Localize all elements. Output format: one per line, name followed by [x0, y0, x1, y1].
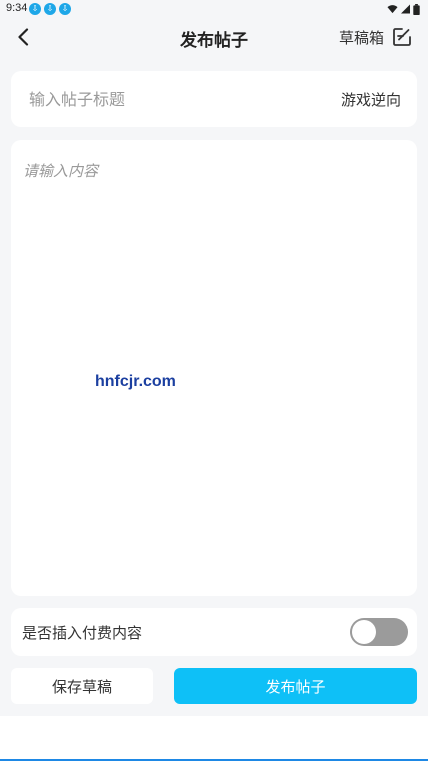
watermark: hnfcjr.com	[95, 373, 176, 390]
chevron-left-icon	[18, 28, 29, 46]
status-time: 9:34	[6, 2, 28, 14]
content-card	[11, 140, 417, 596]
app-bar: 发布帖子 草稿箱	[0, 18, 428, 56]
signal-icon	[401, 4, 410, 14]
publish-button[interactable]: 发布帖子	[174, 668, 417, 704]
paid-content-toggle[interactable]	[350, 618, 408, 646]
paid-content-label: 是否插入付费内容	[22, 624, 143, 642]
battery-icon	[413, 3, 420, 15]
download-icon: ⇩	[44, 3, 56, 15]
download-icon: ⇩	[59, 3, 71, 15]
download-icon: ⇩	[29, 3, 41, 15]
content-area: 游戏逆向 hnfcjr.com 是否插入付费内容 保存草稿 发布帖子	[0, 56, 428, 716]
edit-icon	[393, 28, 411, 46]
drafts-label: 草稿箱	[338, 28, 384, 47]
title-card: 游戏逆向	[11, 71, 417, 127]
category-selector[interactable]: 游戏逆向	[341, 89, 401, 110]
wifi-icon	[387, 5, 398, 14]
drafts-button[interactable]: 草稿箱	[339, 25, 412, 49]
status-bar: 9:34 ⇩ ⇩ ⇩	[0, 0, 428, 18]
back-button[interactable]	[10, 24, 36, 50]
toggle-knob	[352, 620, 376, 644]
post-title-input[interactable]	[29, 71, 309, 127]
post-content-input[interactable]	[23, 160, 403, 580]
paid-content-row: 是否插入付费内容	[11, 608, 417, 656]
save-draft-button[interactable]: 保存草稿	[11, 668, 153, 704]
